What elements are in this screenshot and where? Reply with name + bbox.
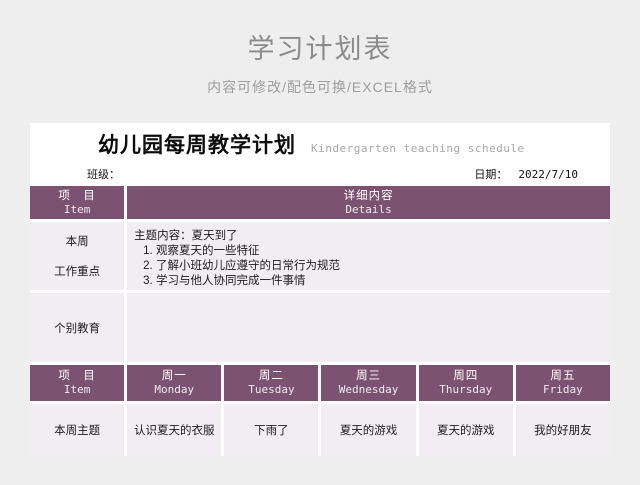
date-label: 日期：	[474, 169, 508, 181]
week-header-wednesday-en: Wednesday	[338, 383, 399, 396]
card-title: 幼儿园每周教学计划	[98, 134, 296, 157]
week-header-item: 项 目 Item	[30, 365, 125, 401]
header-details-en: Details	[345, 202, 392, 216]
week-header-monday-zh: 周一	[161, 370, 187, 382]
week-header-item-zh: 项 目	[58, 370, 96, 382]
date-value: 2022/7/10	[518, 168, 578, 181]
week-header-item-en: Item	[63, 383, 91, 396]
header-details-zh: 详细内容	[343, 189, 394, 202]
individual-education-content	[127, 293, 610, 362]
week-header-thursday: 周四 Thursday	[418, 365, 513, 401]
details-table: 项 目 Item 详细内容 Details 本周 工作重点 主题内容：夏天到了 …	[30, 186, 610, 362]
card-header: 幼儿园每周教学计划 Kindergarten teaching schedule…	[30, 123, 610, 186]
weekly-focus-content: 主题内容：夏天到了 1. 观察夏天的一些特征 2. 了解小班幼儿应遵守的日常行为…	[127, 222, 610, 290]
page-subtitle: 内容可修改/配色可换/EXCEL格式	[207, 79, 433, 95]
theme-item-2: 2. 了解小班幼儿应遵守的日常行为规范	[143, 260, 340, 272]
weekly-focus-label-line2: 工作重点	[54, 266, 101, 278]
weekly-focus-label-line1: 本周	[65, 236, 89, 248]
header-item-zh: 项 目	[58, 189, 96, 202]
row-label-individual-education: 个别教育	[30, 293, 125, 362]
row-label-weekly-focus: 本周 工作重点	[30, 222, 125, 290]
theme-content-line: 主题内容：夏天到了	[134, 230, 238, 242]
week-header-friday: 周五 Friday	[515, 365, 610, 401]
week-table: 项 目 Item 周一 Monday 周二 Tuesday 周三 Wednesd…	[30, 365, 610, 456]
week-header-tuesday-en: Tuesday	[248, 383, 295, 396]
week-cell-thursday: 夏天的游戏	[418, 404, 513, 456]
card-title-english: Kindergarten teaching schedule	[311, 142, 525, 155]
card-meta-row: 班级： 日期： 2022/7/10	[87, 166, 578, 182]
class-label: 班级：	[87, 169, 120, 181]
week-cell-tuesday: 下雨了	[224, 404, 319, 456]
individual-education-label: 个别教育	[54, 322, 101, 335]
week-header-monday: 周一 Monday	[127, 365, 222, 401]
header-item-en: Item	[63, 202, 91, 216]
week-header-friday-zh: 周五	[550, 370, 576, 382]
date-group: 日期： 2022/7/10	[472, 166, 578, 182]
page-title: 学习计划表	[247, 34, 393, 64]
week-cell-monday: 认识夏天的衣服	[127, 404, 222, 456]
theme-item-1: 1. 观察夏天的一些特征	[143, 245, 260, 257]
week-header-tuesday: 周二 Tuesday	[224, 365, 319, 401]
schedule-card: 幼儿园每周教学计划 Kindergarten teaching schedule…	[30, 123, 610, 456]
theme-item-3: 3. 学习与他人协同完成一件事情	[143, 275, 306, 287]
week-cell-friday: 我的好朋友	[515, 404, 610, 456]
page-header: 学习计划表 内容可修改/配色可换/EXCEL格式	[0, 0, 640, 96]
week-header-friday-en: Friday	[543, 383, 583, 396]
week-cell-wednesday: 夏天的游戏	[321, 404, 416, 456]
week-row-label: 本周主题	[30, 404, 125, 456]
week-header-thursday-zh: 周四	[453, 370, 479, 382]
week-header-wednesday: 周三 Wednesday	[321, 365, 416, 401]
week-header-monday-en: Monday	[154, 383, 195, 396]
week-header-tuesday-zh: 周二	[258, 370, 284, 382]
details-table-header-details: 详细内容 Details	[127, 186, 610, 219]
card-title-row: 幼儿园每周教学计划 Kindergarten teaching schedule	[98, 129, 525, 159]
week-header-thursday-en: Thursday	[439, 383, 493, 396]
week-header-wednesday-zh: 周三	[356, 370, 382, 382]
details-table-header-item: 项 目 Item	[30, 186, 125, 219]
